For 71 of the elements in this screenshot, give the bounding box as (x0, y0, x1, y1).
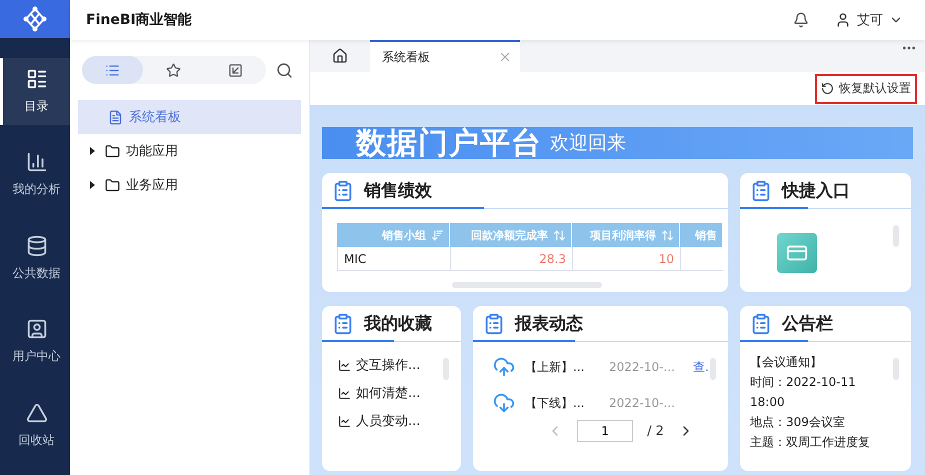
restore-icon (821, 82, 834, 95)
cloud-download-icon (493, 392, 515, 414)
user-menu[interactable]: 艾可 (835, 11, 903, 29)
chart-icon (338, 386, 351, 400)
card-title: 销售绩效 (364, 180, 432, 202)
card-title: 公告栏 (782, 313, 833, 336)
clipboard-icon (483, 312, 505, 335)
triangle-icon (26, 402, 48, 424)
card-title: 我的收藏 (364, 313, 432, 336)
nav-item[interactable]: 目录 (0, 58, 70, 125)
user-icon (26, 318, 48, 340)
scrollbar[interactable] (710, 358, 716, 380)
page-input[interactable]: 1 (577, 420, 634, 442)
folder-icon (105, 144, 120, 158)
tree-item[interactable]: 系统看板 (78, 100, 301, 134)
database-icon (26, 234, 48, 257)
clipboard-icon (750, 180, 772, 202)
nav-item[interactable]: 回收站 (0, 392, 70, 459)
table-cell: 28.3 (451, 247, 573, 270)
report-date: 2022-10-... (609, 396, 676, 410)
favorite-item[interactable]: 人员变动... (338, 412, 461, 430)
page-count: / 2 (647, 424, 664, 439)
app-title: FineBI商业智能 (86, 11, 193, 29)
favorite-item[interactable]: 交互操作... (338, 356, 461, 374)
notice-text: 【会议通知】 时间：2022-10-11 18:00 地点：309会议室 主题：双周工作进度复 (750, 354, 871, 452)
caret-icon[interactable] (90, 147, 95, 155)
sort-icon[interactable] (431, 228, 444, 242)
shortcut-tile[interactable] (777, 233, 817, 273)
document-icon (108, 110, 123, 124)
restore-button[interactable]: 恢复默认设置 (815, 74, 917, 104)
report-title: 【上新】... (525, 358, 586, 376)
chart-icon (338, 358, 351, 372)
clipboard-icon (332, 180, 354, 202)
sort-icon[interactable] (553, 228, 566, 242)
list-icon (105, 62, 120, 78)
scrollbar[interactable] (893, 358, 899, 380)
favorite-item[interactable]: 如何清楚... (338, 384, 461, 402)
sort-icon[interactable] (661, 228, 674, 242)
list-icon (26, 68, 48, 90)
view-link[interactable]: 查. (693, 358, 709, 376)
folder-icon (105, 178, 120, 192)
banner-title: 数据门户平台 (356, 124, 542, 162)
clipboard-icon (332, 312, 354, 335)
table-cell: MIC (338, 247, 451, 270)
logo-icon (22, 6, 48, 32)
chart-icon (338, 414, 351, 428)
nav-item[interactable]: 用户中心 (0, 308, 70, 376)
nav-item[interactable]: 我的分析 (0, 141, 70, 208)
tree-item[interactable]: 功能应用 (78, 134, 301, 168)
card-title: 报表动态 (515, 313, 583, 336)
scrollbar[interactable] (443, 358, 449, 380)
import-icon (228, 62, 243, 78)
user-icon (835, 12, 851, 28)
cloud-upload-icon (493, 356, 515, 378)
bell-icon[interactable] (793, 12, 809, 28)
scrollbar[interactable] (893, 225, 899, 247)
report-title: 【下线】... (525, 394, 586, 412)
clipboard-icon (750, 312, 772, 335)
banner-subtitle: 欢迎回来 (550, 131, 626, 156)
search-icon[interactable] (276, 62, 293, 78)
close-icon[interactable] (498, 50, 512, 64)
scrollbar[interactable] (452, 282, 602, 288)
report-date: 2022-10-... (609, 360, 676, 374)
card-title: 快捷入口 (782, 180, 850, 202)
chart-icon (26, 151, 48, 174)
nav-item[interactable]: 公共数据 (0, 224, 70, 292)
star-icon (166, 62, 182, 78)
caret-icon[interactable] (90, 181, 95, 189)
table-cell: 10 (573, 247, 681, 270)
tab[interactable]: 系统看板 (370, 40, 520, 72)
tree-item[interactable]: 业务应用 (78, 168, 301, 202)
